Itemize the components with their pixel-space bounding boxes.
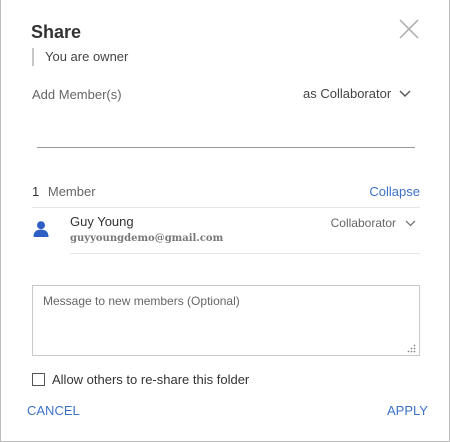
member-count: 1 [32, 184, 40, 199]
member-role-value: Collaborator [330, 216, 396, 230]
member-row: Guy Young guyyoungdemo@gmail.com Collabo… [32, 208, 420, 254]
dialog-title: Share [31, 22, 82, 42]
member-count-label: Member [47, 184, 96, 199]
collapse-link[interactable]: Collapse [369, 184, 420, 199]
chevron-down-icon [399, 90, 411, 97]
share-dialog: Share You are owner Add Member(s) as Col… [0, 0, 450, 442]
person-icon [33, 221, 49, 237]
member-name: Guy Young [70, 214, 134, 229]
reshare-checkbox[interactable] [32, 373, 45, 386]
role-select-value: as Collaborator [303, 86, 392, 101]
close-icon[interactable] [397, 17, 421, 41]
message-textarea[interactable] [32, 285, 420, 356]
role-select[interactable]: as Collaborator [303, 86, 411, 101]
reshare-option[interactable]: Allow others to re-share this folder [32, 372, 249, 387]
member-input[interactable] [37, 120, 415, 148]
member-email: guyyoungdemo@gmail.com [70, 233, 224, 244]
apply-button[interactable]: APPLY [387, 403, 428, 418]
member-row-divider [70, 253, 420, 254]
member-role-select[interactable]: Collaborator [331, 216, 416, 230]
cancel-button[interactable]: CANCEL [27, 403, 80, 418]
members-header: 1 Member Collapse [32, 184, 420, 199]
add-members-label: Add Member(s) [32, 87, 122, 102]
owner-note: You are owner [32, 48, 128, 66]
reshare-label: Allow others to re-share this folder [52, 372, 250, 387]
chevron-down-icon [405, 220, 416, 226]
